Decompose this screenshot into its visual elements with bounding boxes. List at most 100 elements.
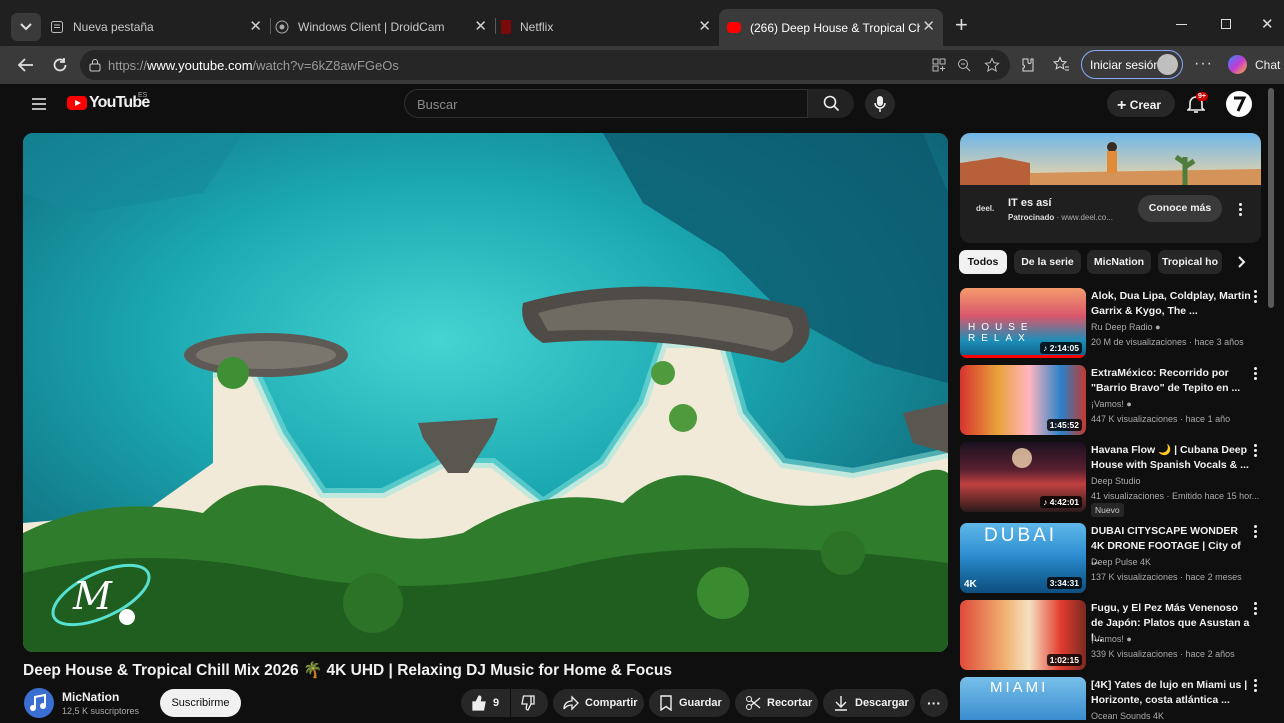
dislike-button[interactable] [511, 689, 548, 717]
region-code: ES [138, 92, 148, 99]
close-icon[interactable]: ✕ [474, 19, 487, 35]
like-button[interactable]: 9 [461, 689, 510, 717]
tab-separator [495, 18, 496, 34]
chevron-right-icon[interactable] [1236, 255, 1248, 269]
video-thumbnail[interactable]: 1:45:52 [960, 365, 1086, 435]
video-player[interactable]: M [23, 133, 948, 652]
clip-button[interactable]: Recortar [735, 689, 818, 717]
lock-icon[interactable] [89, 58, 101, 72]
search-button[interactable] [808, 89, 854, 118]
zoom-icon[interactable] [957, 58, 971, 72]
recommendation-item[interactable]: HOUSE RELAX ♪ 2:14:05 Alok, Dua Lipa, Co… [960, 288, 1270, 360]
create-button[interactable]: + Crear [1107, 90, 1175, 117]
recommendation-channel[interactable]: Deep Pulse 4K [1091, 557, 1151, 567]
app-available-icon[interactable] [932, 58, 946, 72]
menu-icon[interactable] [31, 97, 47, 111]
subscribe-button[interactable]: Suscribirme [160, 689, 241, 717]
minimize-button[interactable] [1176, 24, 1187, 25]
favorites-icon[interactable] [1053, 56, 1070, 73]
chip-channel[interactable]: MicNation [1087, 250, 1151, 274]
more-actions-button[interactable]: ··· [920, 689, 948, 717]
recommendation-channel[interactable]: ¡Vamos! ● [1091, 399, 1132, 409]
reload-icon[interactable] [51, 56, 69, 74]
more-options-icon[interactable] [1254, 367, 1258, 381]
close-icon[interactable]: ✕ [249, 19, 262, 35]
save-button[interactable]: Guardar [649, 689, 730, 717]
recommendation-title[interactable]: ExtraMéxico: Recorrido por "Barrio Bravo… [1091, 366, 1251, 396]
chip-tropical[interactable]: Tropical ho [1158, 250, 1222, 274]
signin-label: Iniciar sesión [1090, 58, 1161, 72]
recommendation-meta: 447 K visualizaciones · hace 1 año [1091, 414, 1231, 424]
video-thumbnail[interactable]: MIAMI [960, 677, 1086, 720]
more-options-icon[interactable] [1254, 602, 1258, 616]
duration-badge: ♪ 4:42:01 [1040, 496, 1082, 508]
voice-search-button[interactable] [865, 89, 895, 119]
search-input[interactable]: Buscar [404, 89, 808, 118]
recommendation-item[interactable]: ♪ 4:42:01 Havana Flow 🌙 | Cubana Deep Ho… [960, 442, 1270, 517]
youtube-logo-icon[interactable] [67, 96, 87, 110]
back-arrow-icon[interactable] [17, 56, 35, 74]
page-scrollbar[interactable] [1268, 88, 1274, 308]
close-icon[interactable]: ✕ [922, 19, 935, 35]
favorite-star-icon[interactable] [984, 57, 1000, 73]
signin-button[interactable]: Iniciar sesión [1081, 50, 1183, 79]
duration-badge: 1:45:52 [1046, 419, 1082, 431]
recommendation-channel[interactable]: Deep Studio [1091, 476, 1141, 486]
restore-button[interactable] [1221, 19, 1231, 29]
account-avatar[interactable] [1226, 91, 1252, 117]
recommendation-item[interactable]: MIAMI [4K] Yates de lujo en Miami us | H… [960, 677, 1270, 720]
close-window-button[interactable]: ✕ [1261, 15, 1274, 33]
recommendation-title[interactable]: Havana Flow 🌙 | Cubana Deep House with S… [1091, 443, 1251, 473]
channel-subscribers: 12,5 K suscriptores [62, 706, 140, 716]
tab-list-button[interactable] [11, 13, 41, 41]
sponsored-ad-card[interactable]: deel. IT es así Patrocinado · www.deel.c… [960, 133, 1261, 243]
tab-label: Nueva pestaña [73, 20, 154, 34]
search-placeholder: Buscar [417, 97, 458, 112]
video-thumbnail[interactable]: ♪ 4:42:01 [960, 442, 1086, 512]
tab-new-tab[interactable]: Nueva pestaña ✕ [50, 10, 270, 44]
tab-label: Netflix [520, 20, 554, 34]
scissors-icon [746, 696, 761, 710]
recommendation-item[interactable]: 1:02:15 Fugu, y El Pez Más Venenoso de J… [960, 600, 1270, 672]
video-thumbnail[interactable]: 1:02:15 [960, 600, 1086, 670]
tab-youtube-active[interactable]: (266) Deep House & Tropical Chill ✕ [719, 9, 943, 46]
extensions-icon[interactable] [1019, 57, 1035, 73]
recommendation-meta: 20 M de visualizaciones · hace 3 años [1091, 337, 1244, 347]
share-button[interactable]: Compartir [553, 689, 644, 717]
recommendation-title[interactable]: Alok, Dua Lipa, Coldplay, Martin Garrix … [1091, 289, 1251, 319]
download-button[interactable]: Descargar [823, 689, 915, 717]
video-thumbnail[interactable]: HOUSE RELAX ♪ 2:14:05 [960, 288, 1086, 358]
notifications-badge: 9+ [1196, 92, 1208, 101]
video-title: Deep House & Tropical Chill Mix 2026 🌴 4… [23, 662, 672, 679]
more-options-icon[interactable] [1254, 290, 1258, 304]
microphone-icon [874, 96, 886, 112]
recommendation-channel[interactable]: ¡Vamos! ● [1091, 634, 1132, 644]
recommendation-channel[interactable]: Ru Deep Radio ● [1091, 322, 1161, 332]
bookmark-icon [660, 695, 672, 711]
recommendation-title[interactable]: [4K] Yates de lujo en Miami us | Horizon… [1091, 678, 1251, 708]
tab-droidcam[interactable]: Windows Client | DroidCam ✕ [275, 10, 495, 44]
channel-name[interactable]: MicNation [62, 690, 119, 704]
more-options-icon[interactable] [1254, 679, 1258, 693]
video-thumbnail[interactable]: DUBAI 4K 3:34:31 [960, 523, 1086, 593]
new-tab-button[interactable]: + [955, 14, 968, 36]
tab-netflix[interactable]: Netflix ✕ [501, 10, 719, 44]
recommendation-item[interactable]: 1:45:52 ExtraMéxico: Recorrido por "Barr… [960, 365, 1270, 437]
recommendation-meta: 339 K visualizaciones · hace 2 años [1091, 649, 1235, 659]
close-icon[interactable]: ✕ [698, 19, 711, 35]
browser-tab-bar: Nueva pestaña ✕ Windows Client | DroidCa… [0, 0, 1284, 46]
more-options-icon[interactable] [1254, 525, 1258, 539]
recommendation-item[interactable]: DUBAI 4K 3:34:31 DUBAI CITYSCAPE WONDER … [960, 523, 1270, 595]
channel-avatar[interactable] [24, 688, 54, 718]
chat-label[interactable]: Chat [1255, 58, 1280, 72]
more-options-icon[interactable] [1254, 444, 1258, 458]
recommendation-channel[interactable]: Ocean Sounds 4K [1091, 711, 1164, 720]
address-bar[interactable]: https://www.youtube.com/watch?v=6kZ8awFG… [80, 50, 1010, 80]
more-options-icon[interactable]: ··· [1194, 55, 1213, 73]
chip-series[interactable]: De la serie [1014, 250, 1081, 274]
ad-menu-icon[interactable] [1239, 203, 1243, 217]
chip-all[interactable]: Todos [959, 250, 1007, 274]
ad-cta-button[interactable]: Conoce más [1138, 195, 1222, 222]
copilot-icon[interactable] [1228, 55, 1247, 74]
plus-icon: + [1117, 97, 1127, 114]
